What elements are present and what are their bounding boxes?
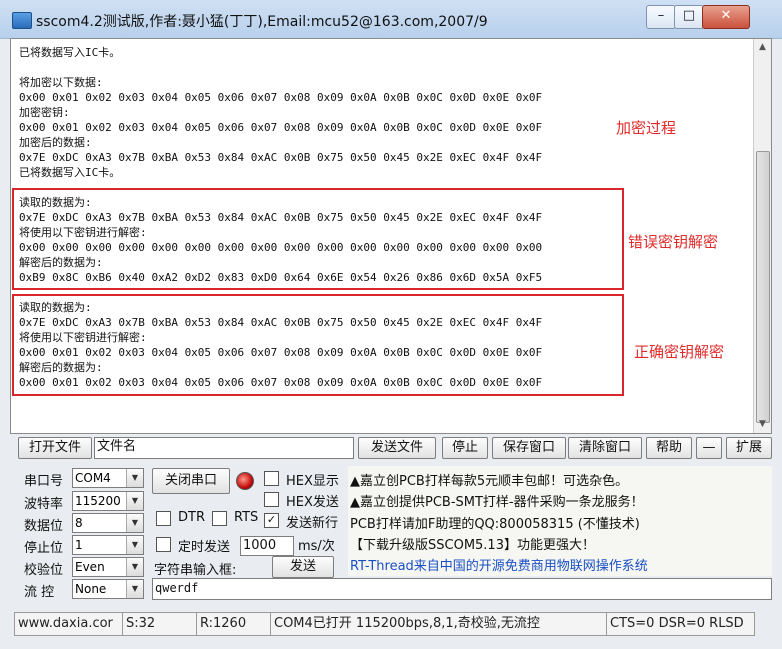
title-bar: sscom4.2测试版,作者:聂小猛(丁丁),Email:mcu52@163.c…: [0, 0, 782, 39]
flow-select[interactable]: None ▼: [72, 579, 144, 599]
filename-field[interactable]: 文件名: [94, 437, 354, 459]
send-newline-checkbox[interactable]: ✓: [264, 513, 279, 528]
hex-send-checkbox[interactable]: [264, 492, 279, 507]
status-port-state: COM4已打开 115200bps,8,1,奇校验,无流控: [270, 612, 607, 636]
databits-label: 数据位: [24, 519, 64, 534]
ad-line[interactable]: 【下载升级版SSCOM5.13】功能更强大！: [350, 534, 595, 553]
status-lines: CTS=0 DSR=0 RLSD: [606, 612, 755, 636]
chevron-down-icon[interactable]: ▼: [126, 469, 143, 487]
annotation-wrong-key: 错误密钥解密: [628, 233, 719, 251]
annotation-encrypt: 加密过程: [616, 119, 677, 137]
status-bar: www.daxia.cor S:32 R:1260 COM4已打开 115200…: [14, 612, 774, 638]
databits-select[interactable]: 8 ▼: [72, 513, 144, 533]
send-button[interactable]: 发送: [272, 556, 334, 578]
chevron-down-icon[interactable]: ▼: [126, 558, 143, 576]
parity-label: 校验位: [24, 563, 64, 578]
save-window-button[interactable]: 保存窗口: [492, 437, 566, 459]
port-status-led-icon: [236, 472, 254, 490]
flow-value: None: [75, 582, 107, 596]
ad-line[interactable]: ▲嘉立创提供PCB-SMT打样-器件采购一条龙服务！: [350, 491, 644, 510]
timed-send-label: 定时发送: [178, 540, 231, 555]
close-port-button[interactable]: 关闭串口: [152, 468, 230, 494]
stopbits-value: 1: [75, 538, 83, 552]
send-file-button[interactable]: 发送文件: [358, 437, 436, 459]
close-icon[interactable]: ✕: [702, 5, 750, 29]
output-line: 已将数据写入IC卡。: [19, 46, 121, 59]
chevron-down-icon[interactable]: ▼: [126, 492, 143, 510]
chevron-down-icon[interactable]: ▼: [126, 580, 143, 598]
output-line: 加密后的数据:: [19, 136, 92, 149]
open-file-button[interactable]: 打开文件: [18, 437, 92, 459]
file-toolbar: 打开文件 文件名 发送文件 停止 保存窗口 清除窗口 帮助 — 扩展: [14, 437, 772, 459]
status-sent: S:32: [122, 612, 197, 636]
chevron-down-icon[interactable]: ▼: [126, 514, 143, 532]
dtr-label: DTR: [178, 510, 205, 525]
output-line: 0x7E 0xDC 0xA3 0x7B 0xBA 0x53 0x84 0xAC …: [19, 151, 543, 164]
expand-button[interactable]: 扩展: [726, 437, 772, 459]
ad-panel: ▲嘉立创PCB打样每款5元顺丰包邮！可选杂色。 ▲嘉立创提供PCB-SMT打样-…: [348, 466, 772, 576]
rts-label: RTS: [234, 510, 259, 525]
output-line: 0x00 0x01 0x02 0x03 0x04 0x05 0x06 0x07 …: [19, 121, 543, 134]
stopbits-label: 停止位: [24, 541, 64, 556]
rts-checkbox[interactable]: [212, 511, 227, 526]
interval-input[interactable]: 1000: [240, 536, 294, 556]
baud-label: 波特率: [24, 497, 64, 512]
output-line: 将加密以下数据:: [19, 76, 103, 89]
scroll-thumb[interactable]: [756, 151, 770, 423]
status-received: R:1260: [196, 612, 271, 636]
window-title: sscom4.2测试版,作者:聂小猛(丁丁),Email:mcu52@163.c…: [36, 14, 488, 30]
app-icon: [12, 12, 32, 29]
chevron-down-icon[interactable]: ▼: [126, 536, 143, 554]
string-input[interactable]: qwerdf: [152, 578, 772, 600]
timed-send-checkbox[interactable]: [156, 537, 171, 552]
annotation-right-key: 正确密钥解密: [634, 343, 725, 361]
help-button[interactable]: 帮助: [646, 437, 692, 459]
input-label: 字符串输入框:: [154, 563, 237, 578]
interval-unit: ms/次: [298, 539, 335, 554]
parity-value: Even: [75, 560, 105, 574]
output-line: 已将数据写入IC卡。: [19, 166, 121, 179]
port-select[interactable]: COM4 ▼: [72, 468, 144, 488]
dtr-checkbox[interactable]: [156, 511, 171, 526]
flow-label: 流 控: [24, 585, 55, 600]
status-site[interactable]: www.daxia.cor: [14, 612, 123, 636]
right-key-highlight: [12, 294, 624, 396]
scroll-down-icon[interactable]: ▼: [754, 416, 771, 433]
baud-select[interactable]: 115200 ▼: [72, 491, 144, 511]
baud-value: 115200: [75, 494, 121, 508]
hex-send-label: HEX发送: [286, 495, 339, 510]
port-label: 串口号: [24, 474, 64, 489]
scroll-up-icon[interactable]: ▲: [754, 39, 771, 56]
wrong-key-highlight: [12, 188, 624, 290]
ad-line[interactable]: RT-Thread来自中国的开源免费商用物联网操作系统: [350, 555, 648, 574]
vertical-scrollbar[interactable]: ▲ ▼: [753, 39, 771, 433]
output-line: 0x00 0x01 0x02 0x03 0x04 0x05 0x06 0x07 …: [19, 91, 543, 104]
send-newline-label: 发送新行: [286, 516, 339, 531]
databits-value: 8: [75, 516, 83, 530]
clear-window-button[interactable]: 清除窗口: [568, 437, 642, 459]
maximize-icon[interactable]: □: [674, 5, 704, 29]
port-value: COM4: [75, 471, 111, 485]
parity-select[interactable]: Even ▼: [72, 557, 144, 577]
stopbits-select[interactable]: 1 ▼: [72, 535, 144, 555]
stop-button[interactable]: 停止: [442, 437, 488, 459]
hex-display-label: HEX显示: [286, 474, 339, 489]
minimize-icon[interactable]: –: [646, 5, 676, 29]
output-line: 加密密钥:: [19, 106, 70, 119]
ad-line[interactable]: PCB打样请加F助理的QQ:800058315 (不懂技术): [350, 513, 640, 532]
hex-display-checkbox[interactable]: [264, 471, 279, 486]
collapse-button[interactable]: —: [696, 437, 722, 459]
ad-line[interactable]: ▲嘉立创PCB打样每款5元顺丰包邮！可选杂色。: [350, 470, 628, 489]
